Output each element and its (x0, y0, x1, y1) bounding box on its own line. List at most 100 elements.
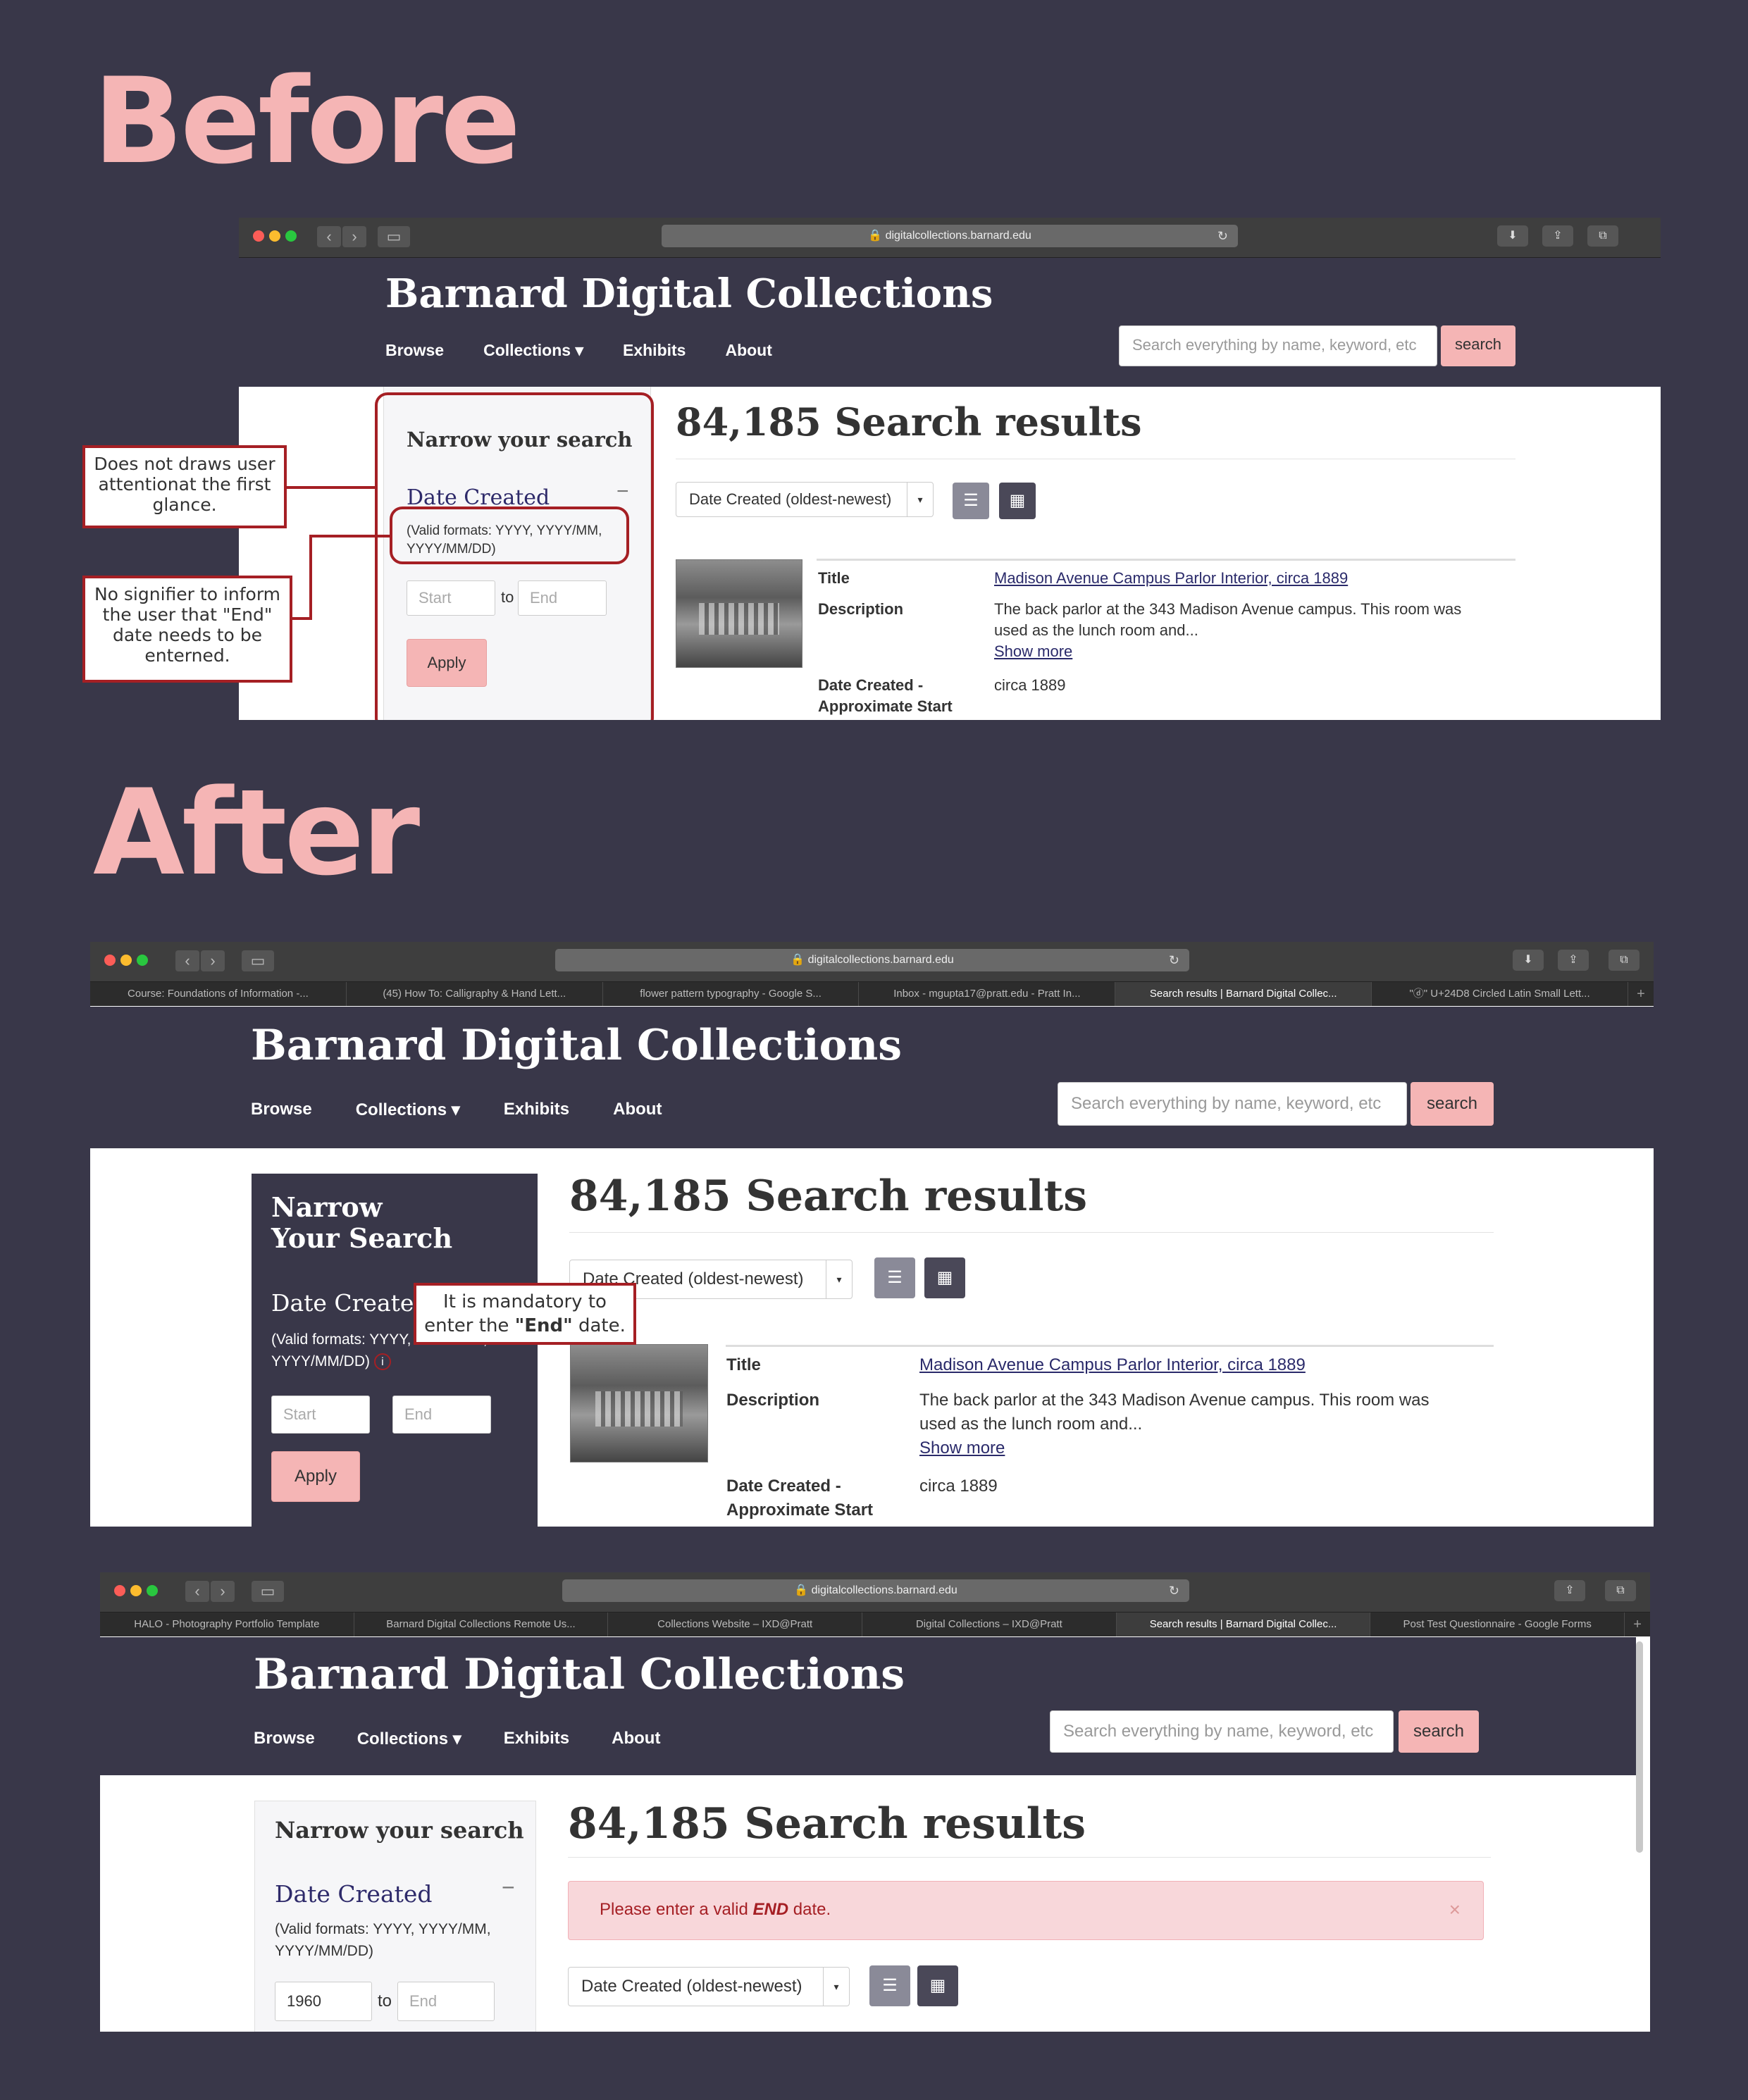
browser-tab[interactable]: Inbox - mgupta17@pratt.edu - Pratt In... (859, 982, 1116, 1006)
list-view-icon[interactable]: ☰ (874, 1257, 915, 1298)
browser-tab[interactable]: "ⓓ" U+24D8 Circled Latin Small Lett... (1372, 982, 1628, 1006)
browser-tab[interactable]: (45) How To: Calligraphy & Hand Lett... (347, 982, 603, 1006)
url-bar[interactable]: 🔒 digitalcollections.barnard.edu ↻ (555, 949, 1189, 971)
tabs-overview-icon[interactable]: ⧉ (1587, 225, 1618, 247)
browser-tab[interactable]: Digital Collections – IXD@Pratt (862, 1613, 1117, 1636)
nav-exhibits[interactable]: Exhibits (623, 341, 686, 360)
browser-tab[interactable]: Course: Foundations of Information -... (90, 982, 347, 1006)
browser-tab-active[interactable]: Search results | Barnard Digital Collec.… (1115, 982, 1372, 1006)
forward-icon[interactable]: › (211, 1581, 235, 1602)
nav-collections[interactable]: Collections ▾ (357, 1729, 461, 1749)
grid-view-icon[interactable]: ▦ (924, 1257, 965, 1298)
nav-collections[interactable]: Collections ▾ (356, 1100, 460, 1120)
browser-tab[interactable]: HALO - Photography Portfolio Template (100, 1613, 354, 1636)
close-alert-icon[interactable]: × (1449, 1882, 1461, 1938)
start-date-input[interactable]: 1960 (275, 1982, 372, 2021)
nav-browse[interactable]: Browse (251, 1100, 312, 1120)
caret-down-icon: ▾ (907, 483, 933, 516)
search-button[interactable]: search (1441, 325, 1515, 366)
connector-line (309, 535, 390, 538)
maximize-window-icon[interactable] (147, 1585, 158, 1596)
nav-browse[interactable]: Browse (254, 1729, 315, 1749)
grid-view-icon[interactable]: ▦ (999, 483, 1036, 519)
sort-dropdown[interactable]: Date Created (oldest-newest) ▾ (676, 482, 934, 517)
nav-collections[interactable]: Collections ▾ (483, 341, 583, 360)
sidebar-toggle-icon[interactable]: ▭ (252, 1581, 284, 1602)
url-bar[interactable]: 🔒 digitalcollections.barnard.edu ↻ (662, 225, 1238, 247)
new-tab-icon[interactable]: + (1628, 982, 1654, 1006)
minimize-window-icon[interactable] (269, 230, 280, 242)
site-brand[interactable]: Barnard Digital Collections (385, 271, 993, 317)
list-view-icon[interactable]: ☰ (953, 483, 989, 519)
info-icon[interactable]: i (373, 1353, 391, 1371)
browser-tab[interactable]: Barnard Digital Collections Remote Us... (354, 1613, 609, 1636)
show-more-link[interactable]: Show more (994, 640, 1072, 663)
date-created-facet[interactable]: Date Created (271, 1289, 429, 1317)
nav-exhibits[interactable]: Exhibits (504, 1729, 569, 1749)
browser-tab[interactable]: Collections Website – IXD@Pratt (608, 1613, 863, 1636)
minimize-window-icon[interactable] (120, 955, 132, 966)
nav-exhibits[interactable]: Exhibits (504, 1100, 569, 1120)
end-date-input[interactable]: End (392, 1396, 491, 1434)
search-input[interactable]: Search everything by name, keyword, etc (1058, 1082, 1407, 1126)
reload-icon[interactable]: ↻ (1217, 225, 1228, 247)
maximize-window-icon[interactable] (285, 230, 297, 242)
result-title-link[interactable]: Madison Avenue Campus Parlor Interior, c… (919, 1353, 1306, 1377)
result-title-link[interactable]: Madison Avenue Campus Parlor Interior, c… (994, 567, 1348, 590)
site-brand[interactable]: Barnard Digital Collections (251, 1021, 902, 1070)
list-view-icon[interactable]: ☰ (869, 1965, 910, 2006)
download-icon[interactable]: ⬇ (1513, 950, 1544, 971)
scrollbar[interactable] (1636, 1641, 1643, 1853)
browser-tab[interactable]: Post Test Questionnaire - Google Forms (1370, 1613, 1625, 1636)
reload-icon[interactable]: ↻ (1169, 1579, 1179, 1602)
nav-about[interactable]: About (725, 341, 771, 360)
description-key: Description (818, 600, 904, 618)
sidebar-toggle-icon[interactable]: ▭ (242, 950, 274, 971)
collapse-icon[interactable]: − (502, 1875, 515, 1901)
search-button[interactable]: search (1411, 1082, 1494, 1126)
nav-browse[interactable]: Browse (385, 341, 444, 360)
sort-dropdown[interactable]: Date Created (oldest-newest) ▾ (568, 1967, 850, 2006)
date-value: circa 1889 (919, 1477, 998, 1496)
search-input[interactable]: Search everything by name, keyword, etc (1050, 1710, 1394, 1753)
forward-icon[interactable]: › (342, 226, 366, 247)
results-divider (569, 1232, 1494, 1233)
browser-tab-active[interactable]: Search results | Barnard Digital Collec.… (1116, 1613, 1371, 1636)
maximize-window-icon[interactable] (137, 955, 148, 966)
result-thumbnail[interactable] (676, 559, 802, 668)
result-thumbnail[interactable] (570, 1344, 708, 1462)
sidebar-toggle-icon[interactable]: ▭ (378, 226, 410, 247)
after-screenshot: ‹ › ▭ 🔒 digitalcollections.barnard.edu ↻ … (90, 942, 1654, 1527)
nav-about[interactable]: About (613, 1100, 662, 1120)
connector-line (287, 486, 377, 489)
back-icon[interactable]: ‹ (185, 1581, 209, 1602)
back-icon[interactable]: ‹ (175, 950, 199, 971)
share-icon[interactable]: ⇪ (1558, 950, 1589, 971)
forward-icon[interactable]: › (201, 950, 225, 971)
close-window-icon[interactable] (253, 230, 264, 242)
end-date-input[interactable]: End (397, 1982, 495, 2021)
url-bar[interactable]: 🔒 digitalcollections.barnard.edu ↻ (562, 1579, 1189, 1602)
result-divider (726, 1345, 1494, 1347)
minimize-window-icon[interactable] (130, 1585, 142, 1596)
download-icon[interactable]: ⬇ (1497, 225, 1528, 247)
close-window-icon[interactable] (104, 955, 116, 966)
back-icon[interactable]: ‹ (317, 226, 341, 247)
reload-icon[interactable]: ↻ (1169, 949, 1179, 971)
nav-about[interactable]: About (612, 1729, 660, 1749)
date-created-facet[interactable]: Date Created (275, 1880, 433, 1908)
apply-button[interactable]: Apply (271, 1451, 360, 1502)
search-input[interactable]: Search everything by name, keyword, etc (1119, 325, 1437, 366)
share-icon[interactable]: ⇪ (1554, 1580, 1585, 1601)
search-button[interactable]: search (1399, 1710, 1479, 1753)
close-window-icon[interactable] (114, 1585, 125, 1596)
start-date-input[interactable]: Start (271, 1396, 370, 1434)
show-more-link[interactable]: Show more (919, 1436, 1005, 1460)
tabs-overview-icon[interactable]: ⧉ (1608, 950, 1639, 971)
site-brand[interactable]: Barnard Digital Collections (254, 1650, 905, 1699)
browser-tab[interactable]: flower pattern typography - Google S... (603, 982, 860, 1006)
grid-view-icon[interactable]: ▦ (917, 1965, 958, 2006)
tabs-overview-icon[interactable]: ⧉ (1605, 1580, 1636, 1601)
share-icon[interactable]: ⇪ (1542, 225, 1573, 247)
new-tab-icon[interactable]: + (1625, 1613, 1650, 1636)
